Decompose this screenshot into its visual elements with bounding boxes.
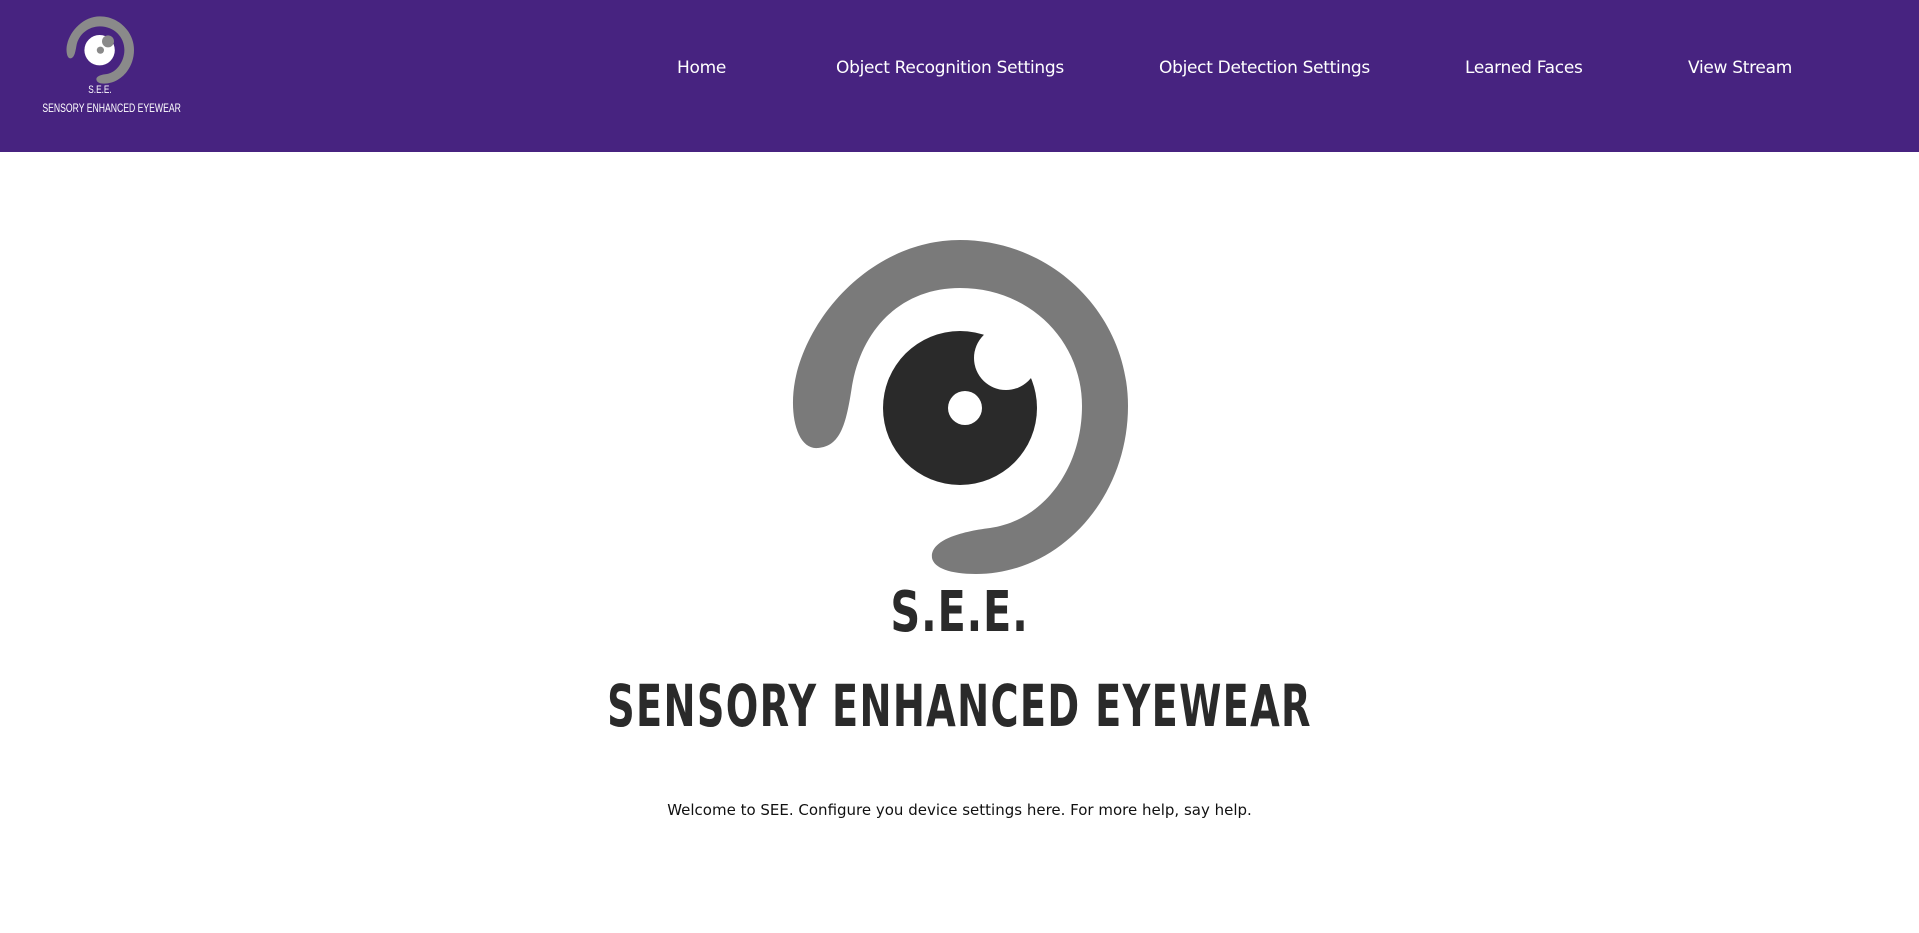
nav-link-object-detection-settings[interactable]: Object Detection Settings — [1159, 58, 1370, 78]
hero-product-name: SENSORY ENHANCED EYEWEAR — [607, 672, 1312, 740]
hero-eye-logo-icon — [792, 240, 1128, 574]
hero-abbr: S.E.E. — [890, 580, 1029, 645]
nav-logo-link[interactable]: S.E.E. SENSORY ENHANCED EYEWEAR — [30, 14, 181, 120]
nav-link-home[interactable]: Home — [677, 58, 726, 78]
eye-logo-icon — [66, 16, 134, 84]
top-navbar: S.E.E. SENSORY ENHANCED EYEWEAR Home Obj… — [0, 0, 1919, 152]
nav-logo-name: SENSORY ENHANCED EYEWEAR — [42, 101, 181, 115]
nav-link-object-recognition-settings[interactable]: Object Recognition Settings — [836, 58, 1064, 78]
nav-logo-abbr: S.E.E. — [88, 84, 112, 96]
hero-section: S.E.E. SENSORY ENHANCED EYEWEAR Welcome … — [0, 152, 1919, 933]
welcome-message: Welcome to SEE. Configure you device set… — [667, 801, 1252, 819]
nav-link-learned-faces[interactable]: Learned Faces — [1465, 58, 1583, 78]
nav-link-view-stream[interactable]: View Stream — [1688, 58, 1792, 78]
